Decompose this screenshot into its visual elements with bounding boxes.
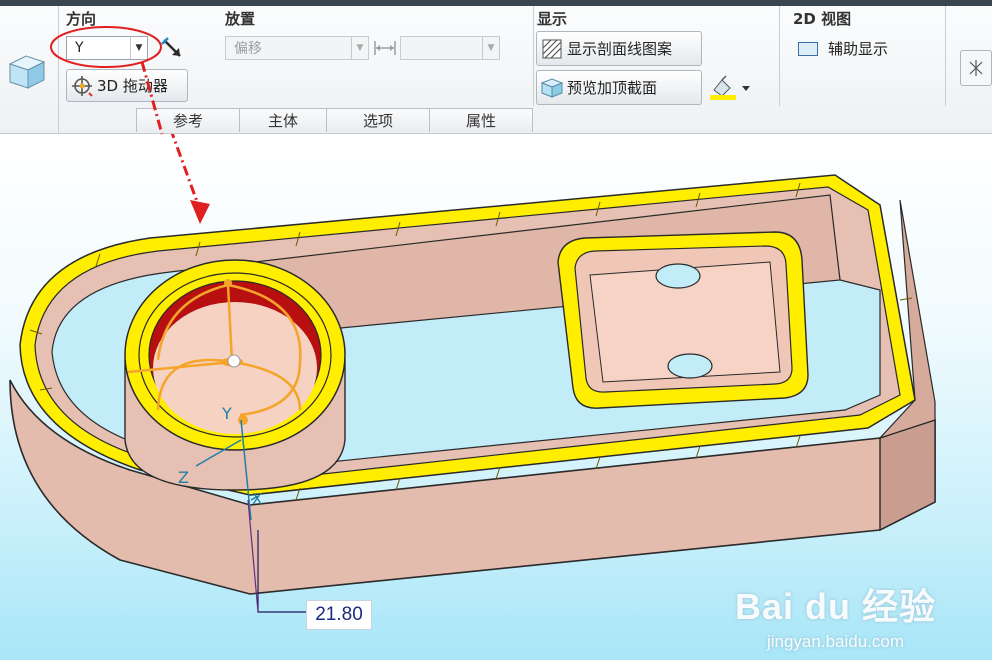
separator	[533, 6, 534, 106]
tab-properties[interactable]: 属性	[429, 108, 533, 132]
chevron-down-icon: ▼	[351, 37, 368, 59]
offset-type-select[interactable]: 偏移 ▼	[225, 36, 369, 60]
cap-color-icon[interactable]	[708, 74, 754, 102]
hatch-pattern-icon	[537, 38, 567, 60]
watermark-brand: Bai du 经验	[734, 586, 936, 627]
watermark-url: jingyan.baidu.com	[766, 632, 904, 651]
more-tools-icon[interactable]	[960, 50, 992, 86]
axis-label-z: Z	[178, 468, 189, 487]
offset-distance-icon	[373, 38, 397, 58]
separator	[945, 6, 946, 106]
placement-group-title: 放置	[225, 10, 256, 28]
aux-display-label: 辅助显示	[828, 40, 889, 58]
dimension-value-box[interactable]: 21.80	[306, 600, 372, 630]
display-group-title: 显示	[537, 10, 568, 28]
dragger-icon	[67, 74, 97, 98]
aux-display-toggle[interactable]: 辅助显示	[798, 38, 888, 59]
tab-body[interactable]: 主体	[239, 108, 327, 132]
show-hatch-label: 显示剖面线图案	[567, 40, 673, 58]
separator	[779, 6, 780, 106]
offset-distance-input[interactable]: ▼	[400, 36, 500, 60]
section-preview-icon[interactable]	[6, 48, 48, 92]
tab-options[interactable]: 选项	[326, 108, 430, 132]
show-hatch-button[interactable]: 显示剖面线图案	[536, 31, 702, 66]
preview-cap-button[interactable]: 预览加顶截面	[536, 70, 702, 105]
baidu-watermark: Bai du 经验 jingyan.baidu.com	[735, 578, 936, 652]
preview-cap-label: 预览加顶截面	[567, 79, 658, 97]
2d-view-group-title: 2D 视图	[793, 10, 852, 28]
offset-type-value: 偏移	[234, 41, 262, 57]
annotation-arrow	[140, 61, 164, 135]
preview-cap-icon	[537, 77, 567, 99]
axis-label-y: Y	[222, 404, 232, 423]
aux-window-icon	[798, 41, 818, 56]
axis-label-x: X	[252, 490, 263, 508]
chevron-down-icon: ▼	[482, 37, 499, 59]
